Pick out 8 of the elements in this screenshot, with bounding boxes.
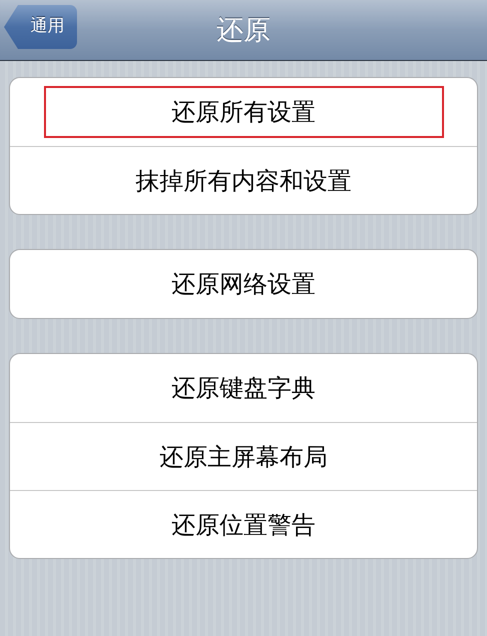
page-title: 还原 <box>216 14 270 48</box>
reset-option[interactable]: 还原网络设置 <box>172 260 316 308</box>
reset-option[interactable]: 还原所有设置 <box>44 86 444 138</box>
reset-option[interactable]: 还原位置警告 <box>172 500 316 548</box>
reset-option[interactable]: 抹掉所有内容和设置 <box>136 156 352 204</box>
back-button[interactable]: 通用 <box>4 5 77 49</box>
reset-option[interactable]: 还原键盘字典 <box>172 364 316 412</box>
reset-option[interactable]: 还原主屏幕布局 <box>160 432 328 480</box>
